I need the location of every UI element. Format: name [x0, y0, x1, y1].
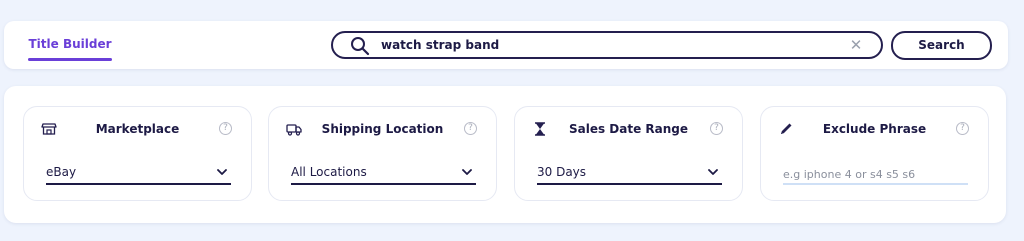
sales-date-range-underline — [537, 183, 722, 185]
shipping-location-card: Shipping Location ? All Locations — [268, 106, 497, 201]
shipping-location-help-icon[interactable]: ? — [464, 122, 477, 135]
sales-date-range-title: Sales Date Range — [568, 122, 689, 136]
chevron-down-icon — [217, 169, 227, 175]
search-input[interactable] — [381, 35, 841, 55]
chevron-down-icon — [462, 169, 472, 175]
shipping-location-underline — [291, 183, 476, 185]
search-button[interactable]: Search — [891, 31, 992, 60]
marketplace-underline — [46, 183, 231, 185]
top-bar: Title Builder ✕ Search — [4, 21, 1008, 69]
sales-date-range-select[interactable]: 30 Days — [537, 163, 722, 187]
active-tab-indicator — [28, 58, 112, 61]
marketplace-title: Marketplace — [95, 122, 180, 136]
sales-date-range-value: 30 Days — [537, 165, 587, 179]
marketplace-help-icon[interactable]: ? — [219, 122, 232, 135]
marketplace-select[interactable]: eBay — [46, 163, 231, 187]
filters-panel: Marketplace ? eBay Shipping Location ? A… — [4, 86, 1006, 223]
marketplace-card: Marketplace ? eBay — [23, 106, 252, 201]
shipping-location-select[interactable]: All Locations — [291, 163, 476, 187]
chevron-down-icon — [708, 169, 718, 175]
search-icon — [351, 37, 370, 56]
exclude-phrase-underline — [783, 183, 968, 185]
exclude-phrase-help-icon[interactable]: ? — [956, 122, 969, 135]
shipping-location-title: Shipping Location — [321, 122, 444, 136]
exclude-phrase-title: Exclude Phrase — [822, 122, 927, 136]
sales-date-range-card: Sales Date Range ? 30 Days — [514, 106, 743, 201]
tab-title-builder[interactable]: Title Builder — [28, 31, 112, 61]
tab-title-builder-label: Title Builder — [28, 37, 112, 51]
exclude-phrase-card: Exclude Phrase ? — [760, 106, 989, 201]
shipping-location-value: All Locations — [291, 165, 367, 179]
marketplace-value: eBay — [46, 165, 77, 179]
clear-search-icon[interactable]: ✕ — [847, 35, 865, 55]
sales-date-range-help-icon[interactable]: ? — [710, 122, 723, 135]
exclude-phrase-field — [783, 163, 968, 187]
exclude-phrase-input[interactable] — [783, 164, 968, 185]
search-box: ✕ — [331, 31, 883, 59]
